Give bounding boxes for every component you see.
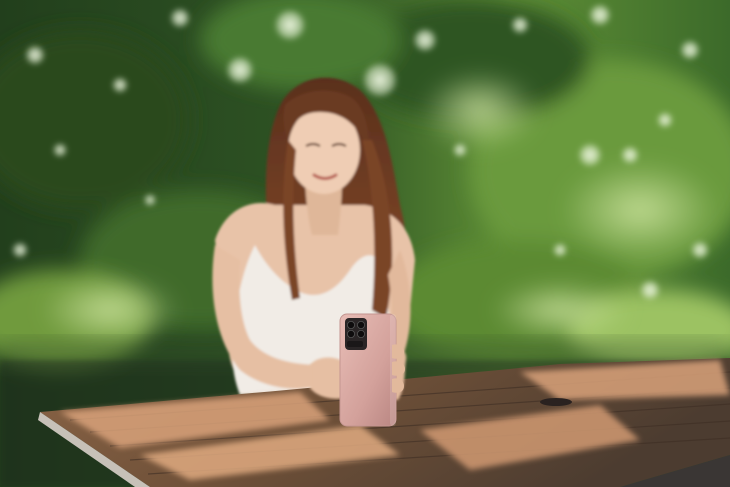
umbrella-hole	[540, 398, 572, 406]
smartphone	[339, 313, 405, 427]
photo-canvas	[0, 0, 730, 487]
photo	[0, 0, 730, 487]
